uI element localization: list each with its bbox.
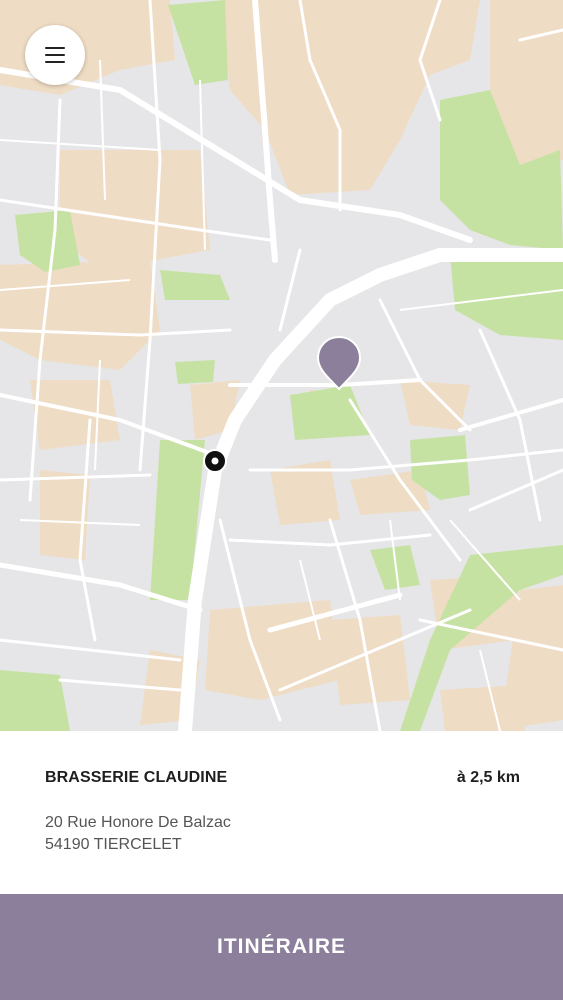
map-view[interactable] [0,0,563,731]
menu-button[interactable] [25,25,85,85]
place-name: BRASSERIE CLAUDINE [45,769,228,786]
place-address: 20 Rue Honore De Balzac 54190 TIERCELET [45,812,231,856]
address-line-street: 20 Rue Honore De Balzac [45,814,231,831]
place-distance: à 2,5 km [456,769,520,786]
location-dot-icon[interactable] [203,449,227,473]
itinerary-button-label: ITINÉRAIRE [216,935,346,958]
itinerary-button[interactable]: ITINÉRAIRE [0,894,563,1000]
map-canvas[interactable] [0,0,563,731]
map-pin-icon[interactable] [316,335,362,391]
address-line-city: 54190 TIERCELET [45,836,182,853]
hamburger-menu-icon [45,47,65,63]
